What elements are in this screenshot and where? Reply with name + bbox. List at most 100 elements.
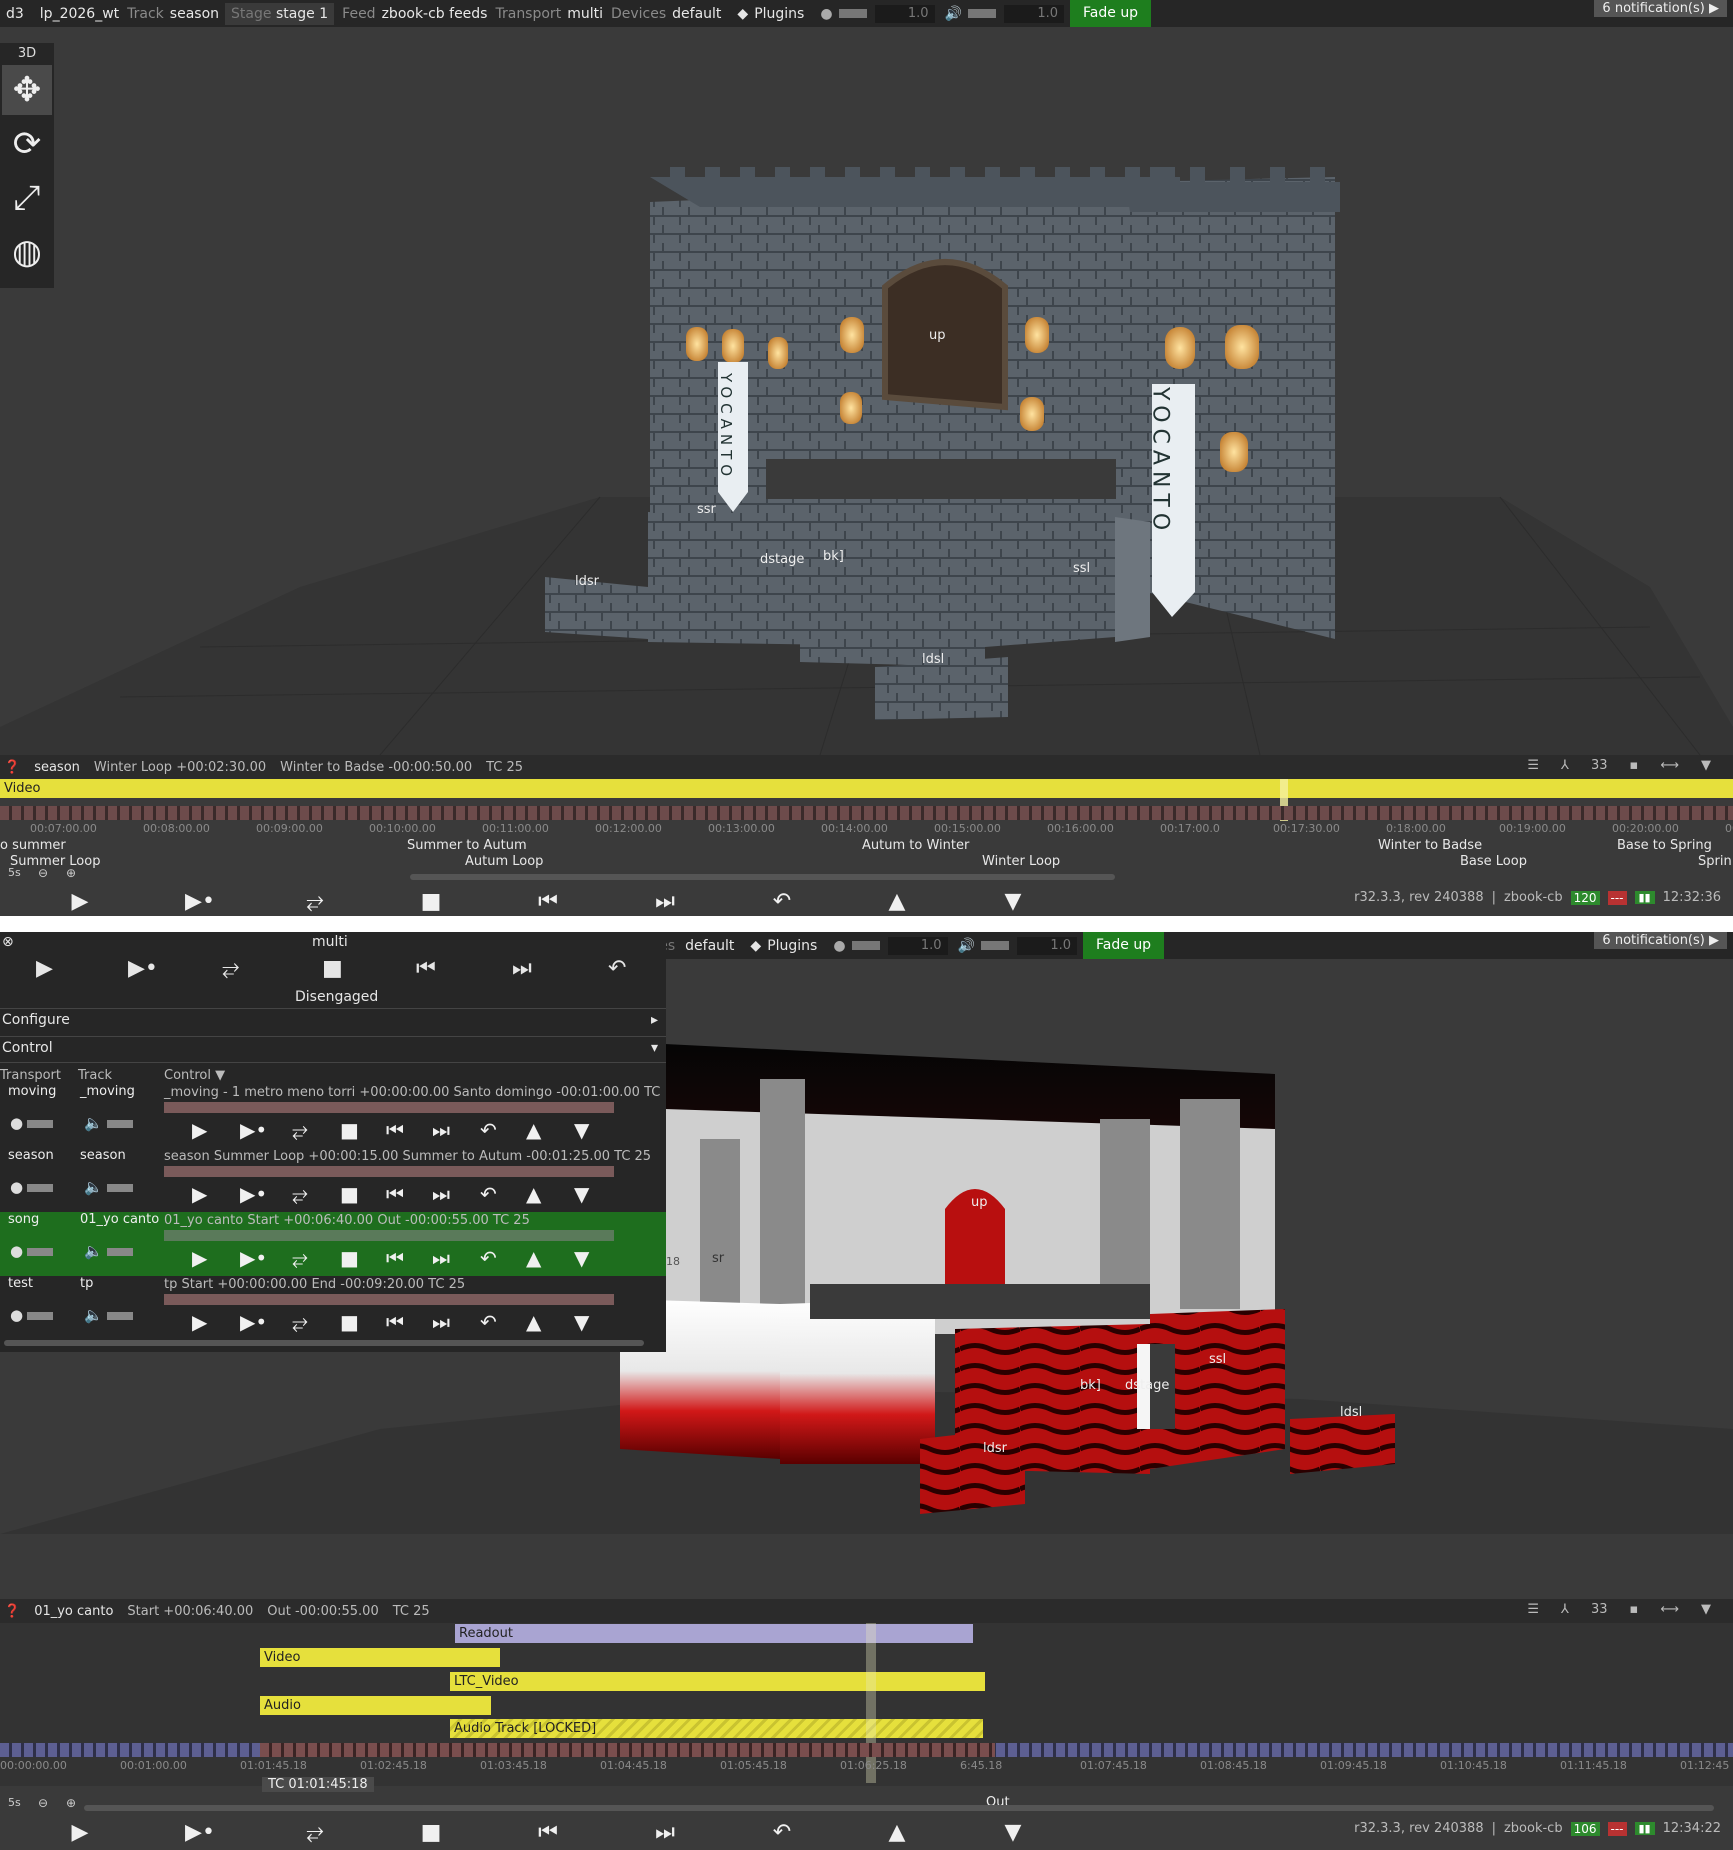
status-info-icon[interactable]: ❓ [4, 760, 20, 775]
row-up-button[interactable]: ▲ [526, 1182, 541, 1206]
row-down-button[interactable]: ▼ [574, 1118, 589, 1142]
play-to-end-button[interactable]: ▶• [180, 1820, 220, 1845]
timeline-scrollbar[interactable] [410, 874, 1115, 880]
layer-audio-track-locked[interactable]: Audio Track [LOCKED] [450, 1719, 983, 1738]
close-panel-icon[interactable]: ⊗ [2, 934, 14, 950]
devices-value[interactable]: default [672, 6, 721, 22]
move-tool-icon[interactable]: ✥ [2, 65, 52, 115]
notifications-button[interactable]: 6 notification(s) ▶ [1594, 932, 1727, 949]
layers-icon[interactable]: ☰ [1527, 1602, 1539, 1617]
row-previous-button[interactable]: ⏮ [386, 1118, 404, 1142]
col-control[interactable]: Control ▼ [164, 1068, 225, 1083]
row-light-icon[interactable]: ● [10, 1114, 54, 1132]
row-light-icon[interactable]: ● [10, 1178, 54, 1196]
previous-section-button[interactable]: ⏮ [528, 1820, 568, 1845]
axes-icon[interactable]: ⅄ [1561, 758, 1569, 773]
row-down-button[interactable]: ▼ [574, 1246, 589, 1270]
volume-slider[interactable] [981, 941, 1010, 950]
project-name[interactable]: lp_2026_wt [40, 6, 119, 22]
row-light-icon[interactable]: ● [10, 1242, 54, 1260]
volume-down-button[interactable]: ▼ [993, 1820, 1033, 1845]
return-button[interactable]: ↶ [762, 1820, 802, 1845]
layer-readout[interactable]: Readout [455, 1624, 973, 1643]
transport-row[interactable]: season season season Summer Loop +00:00:15… [0, 1148, 666, 1212]
configure-section[interactable]: Configure ▸ [2, 1012, 662, 1028]
volume-up-button[interactable]: ▲ [877, 1820, 917, 1845]
fit-icon[interactable]: ▪ [1630, 1602, 1639, 1617]
stop-button[interactable]: ■ [411, 889, 451, 914]
section-label[interactable]: Summer to Autum [407, 838, 527, 853]
row-next-button[interactable]: ⏭ [432, 1118, 450, 1142]
row-play-to-end-button[interactable]: ▶• [240, 1118, 267, 1142]
row-progress[interactable] [164, 1166, 614, 1177]
section-label[interactable]: Base Loop [1460, 854, 1527, 869]
row-up-button[interactable]: ▲ [526, 1310, 541, 1334]
axes-icon[interactable]: ⅄ [1561, 1602, 1569, 1617]
dropdown-icon[interactable]: ▼ [1701, 1602, 1711, 1617]
next-section-button[interactable]: ⏭ [645, 889, 685, 914]
layer-video[interactable]: Video [260, 1648, 500, 1667]
section-label[interactable]: Winter Loop [982, 854, 1060, 869]
play-to-end-button[interactable]: ▶• [128, 956, 158, 981]
row-loop-button[interactable]: ⥂ [292, 1182, 308, 1206]
row-play-button[interactable]: ▶ [192, 1182, 207, 1206]
row-volume-icon[interactable]: 🔈 [84, 1178, 133, 1196]
volume-down-button[interactable]: ▼ [993, 889, 1033, 914]
row-play-to-end-button[interactable]: ▶• [240, 1182, 267, 1206]
plugins-button[interactable]: Plugins [767, 938, 817, 954]
section-label[interactable]: Autum to Winter [862, 838, 969, 853]
zoom-out-icon[interactable]: ⊖ [38, 866, 48, 880]
row-play-to-end-button[interactable]: ▶• [240, 1246, 267, 1270]
row-loop-button[interactable]: ⥂ [292, 1118, 308, 1142]
timeline-ruler[interactable] [0, 806, 1733, 820]
return-button[interactable]: ↶ [608, 956, 626, 981]
play-button[interactable]: ▶ [60, 1820, 100, 1845]
row-loop-button[interactable]: ⥂ [292, 1310, 308, 1334]
transport-row[interactable]: moving _moving _moving - 1 metro meno torr… [0, 1084, 666, 1148]
row-return-button[interactable]: ↶ [480, 1310, 497, 1334]
row-down-button[interactable]: ▼ [574, 1310, 589, 1334]
row-return-button[interactable]: ↶ [480, 1246, 497, 1270]
light-value[interactable]: 1.0 [874, 4, 935, 23]
play-button[interactable]: ▶ [60, 889, 100, 914]
app-name[interactable]: d3 [6, 6, 24, 22]
row-volume-icon[interactable]: 🔈 [84, 1306, 133, 1324]
light-value[interactable]: 1.0 [887, 936, 948, 955]
light-slider[interactable] [851, 941, 880, 950]
track-value[interactable]: season [170, 6, 219, 22]
3d-viewport[interactable]: YOCANTO YOCANTO up ssr dstage bk] ssl ld… [0, 27, 1733, 755]
volume-slider[interactable] [968, 9, 997, 18]
next-section-button[interactable]: ⏭ [645, 1820, 685, 1845]
light-slider[interactable] [838, 9, 867, 18]
rotate-tool-icon[interactable]: ⟳ [2, 119, 52, 169]
dropdown-icon[interactable]: ▼ [1701, 758, 1711, 773]
volume-value[interactable]: 1.0 [1004, 4, 1065, 23]
transport-row[interactable]: test tp tp Start +00:00:00.00 End -00:09:2… [0, 1276, 666, 1340]
transport-row[interactable]: song 01_yo canto 01_yo canto Start +00:06:… [0, 1212, 666, 1276]
row-stop-button[interactable]: ■ [340, 1246, 359, 1270]
row-previous-button[interactable]: ⏮ [386, 1182, 404, 1206]
row-volume-icon[interactable]: 🔈 [84, 1242, 133, 1260]
zoom-in-icon[interactable]: ⊕ [66, 1796, 76, 1810]
stage-selector[interactable]: Stage stage 1 [225, 2, 335, 25]
row-up-button[interactable]: ▲ [526, 1118, 541, 1142]
play-button[interactable]: ▶ [36, 956, 53, 981]
video-layer-bar[interactable]: Video [0, 779, 1733, 798]
row-up-button[interactable]: ▲ [526, 1246, 541, 1270]
feed-value[interactable]: zbook-cb feeds [382, 6, 488, 22]
row-play-button[interactable]: ▶ [192, 1310, 207, 1334]
fade-up-button[interactable]: Fade up [1083, 932, 1165, 959]
devices-value[interactable]: default [685, 938, 734, 954]
fade-up-button[interactable]: Fade up [1070, 0, 1152, 27]
zoom-out-icon[interactable]: ⊖ [38, 1796, 48, 1810]
section-label[interactable]: o summer [0, 838, 66, 853]
volume-value[interactable]: 1.0 [1017, 936, 1078, 955]
row-next-button[interactable]: ⏭ [432, 1182, 450, 1206]
plugins-button[interactable]: Plugins [754, 6, 804, 22]
notifications-button[interactable]: 6 notification(s) ▶ [1594, 0, 1727, 17]
timeline-scrollbar[interactable] [84, 1805, 1714, 1811]
row-previous-button[interactable]: ⏮ [386, 1310, 404, 1334]
row-play-button[interactable]: ▶ [192, 1118, 207, 1142]
section-label[interactable]: Summer Loop [10, 854, 100, 869]
globe-icon[interactable]: ◍ [2, 227, 52, 277]
